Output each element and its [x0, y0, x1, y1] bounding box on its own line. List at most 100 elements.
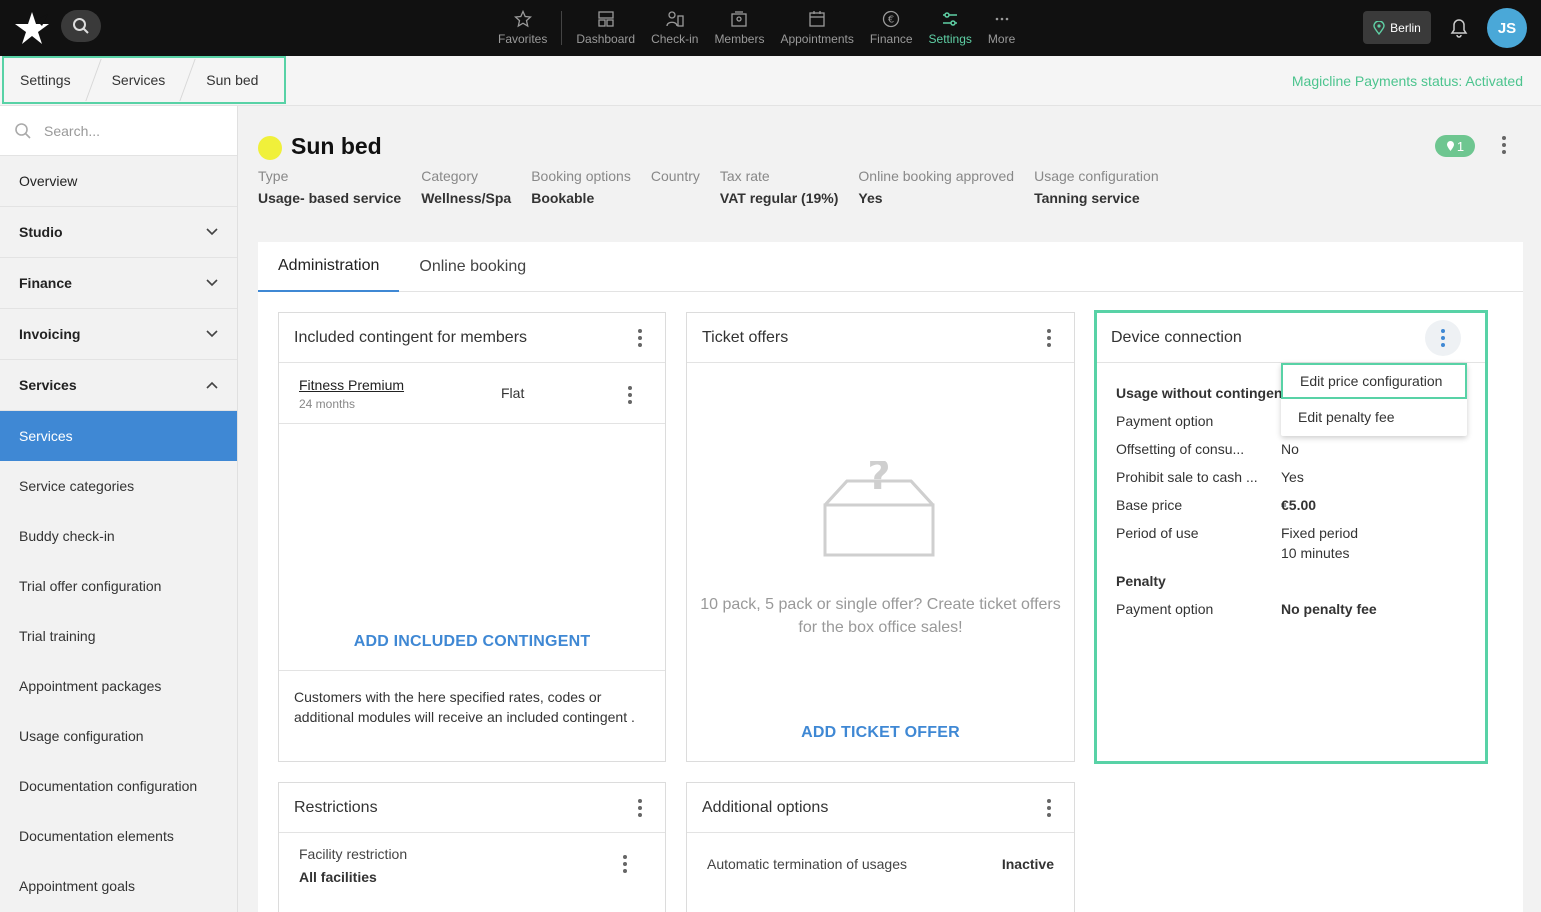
additional-menu-kebab-icon[interactable] — [1039, 798, 1059, 817]
nav-check-in[interactable]: Check-in — [643, 0, 706, 56]
main-content: Sun bed 1 Type Usage- based service Categ… — [238, 106, 1541, 912]
nav-appointments[interactable]: Appointments — [772, 0, 861, 56]
nav-label: Settings — [928, 32, 972, 46]
sidebar-item-appointment-packages[interactable]: Appointment packages — [0, 661, 237, 711]
empty-box-icon: ? — [823, 461, 935, 557]
meta-label: Type — [258, 168, 289, 184]
nav-more[interactable]: More — [980, 0, 1023, 56]
sidebar-item-appointment-goals[interactable]: Appointment goals — [0, 861, 237, 911]
contingent-row: Fitness Premium 24 months Flat — [279, 363, 665, 424]
auto-termination-label: Automatic termination of usages — [707, 856, 907, 872]
breadcrumb-divider — [179, 59, 196, 101]
sidebar-item-usage-configuration[interactable]: Usage configuration — [0, 711, 237, 761]
location-pin-icon — [1446, 141, 1454, 151]
sidebar-item-invoicing[interactable]: Invoicing — [0, 309, 237, 360]
breadcrumb-services[interactable]: Services — [112, 72, 166, 88]
chevron-down-icon — [206, 279, 218, 287]
detail-label: Base price — [1116, 497, 1183, 513]
global-search-button[interactable] — [61, 10, 101, 42]
sidebar-item-overview[interactable]: Overview — [0, 156, 237, 207]
card-header: Included contingent for members — [279, 313, 665, 363]
meta-value: VAT regular (19%) — [719, 190, 839, 206]
rate-name-link[interactable]: Fitness Premium — [299, 377, 404, 393]
sidebar-item-studio[interactable]: Studio — [0, 207, 237, 258]
nav-members[interactable]: Members — [706, 0, 772, 56]
contingent-menu-kebab-icon[interactable] — [630, 328, 650, 347]
sidebar-item-trial-offer-configuration[interactable]: Trial offer configuration — [0, 561, 237, 611]
card-title: Ticket offers — [702, 328, 789, 346]
meta-label: Tax rate — [719, 168, 770, 184]
sidebar-item-label: Services — [19, 377, 77, 393]
sidebar-item-label: Finance — [19, 275, 72, 291]
sidebar-search[interactable]: Search... — [0, 106, 237, 156]
nav-favorites[interactable]: Favorites — [490, 0, 555, 56]
ticket-empty-text: 10 pack, 5 pack or single offer? Create … — [700, 596, 1061, 636]
detail-value: No — [1281, 441, 1299, 457]
device-menu-button[interactable] — [1425, 319, 1461, 356]
meta-value — [651, 190, 700, 206]
facility-menu-kebab-icon[interactable] — [615, 855, 635, 873]
sidebar-item-service-categories[interactable]: Service categories — [0, 461, 237, 511]
nav-label: More — [987, 32, 1016, 46]
nav-settings[interactable]: Settings — [921, 0, 980, 56]
card-header: Additional options — [687, 783, 1074, 833]
detail-value: Yes — [1281, 469, 1304, 485]
top-bar: Favorites Dashboard Check-in Members App… — [0, 0, 1541, 56]
location-label: Berlin — [1390, 20, 1421, 35]
meta-value: Usage- based service — [258, 190, 402, 206]
tab-administration[interactable]: Administration — [258, 242, 400, 292]
detail-label: Period of use — [1116, 525, 1199, 541]
user-avatar[interactable]: JS — [1487, 8, 1527, 48]
nav-label: Appointments — [780, 32, 854, 46]
sidebar-item-label: Studio — [19, 224, 63, 240]
main-nav: Favorites Dashboard Check-in Members App… — [490, 0, 1023, 56]
sidebar-item-services[interactable]: Services — [0, 411, 237, 461]
tab-online-booking[interactable]: Online booking — [399, 242, 546, 292]
sidebar-item-documentation-configuration[interactable]: Documentation configuration — [0, 761, 237, 811]
notifications-bell-icon[interactable] — [1447, 15, 1471, 39]
dashboard-icon — [598, 11, 614, 27]
nav-dashboard[interactable]: Dashboard — [568, 0, 643, 56]
sidebar-item-documentation-elements[interactable]: Documentation elements — [0, 811, 237, 861]
period-duration: 10 minutes — [1281, 545, 1350, 561]
location-count-badge[interactable]: 1 — [1435, 135, 1475, 157]
search-icon — [15, 122, 31, 139]
rate-type: Flat — [501, 385, 525, 401]
contingent-note: Customers with the here specified rates,… — [279, 670, 665, 743]
detail-row: Period of use Fixed period 10 minutes — [1116, 525, 1476, 573]
service-menu-kebab-icon[interactable] — [1494, 136, 1514, 154]
sidebar-item-label: Documentation elements — [19, 828, 174, 844]
meta-online-booking: Online booking approved Yes — [858, 168, 1014, 206]
sidebar-item-services-group[interactable]: Services — [0, 360, 237, 411]
nav-finance[interactable]: € Finance — [862, 0, 921, 56]
card-title: Restrictions — [294, 798, 378, 816]
facility-restriction-label: Facility restriction — [299, 846, 408, 862]
logo-icon[interactable] — [14, 10, 50, 46]
meta-category: Category Wellness/Spa — [421, 168, 511, 206]
add-included-contingent-button[interactable]: ADD INCLUDED CONTINGENT — [279, 633, 665, 651]
nav-label: Finance — [869, 32, 913, 46]
menu-item-edit-penalty-fee[interactable]: Edit penalty fee — [1281, 399, 1467, 435]
restrictions-menu-kebab-icon[interactable] — [630, 798, 650, 817]
detail-label: Payment option — [1116, 601, 1214, 617]
tickets-menu-kebab-icon[interactable] — [1039, 328, 1059, 347]
more-icon — [995, 17, 1008, 21]
sidebar-item-finance[interactable]: Finance — [0, 258, 237, 309]
meta-label: Country — [650, 168, 700, 184]
chevron-down-icon — [206, 228, 218, 236]
add-ticket-offer-button[interactable]: ADD TICKET OFFER — [687, 724, 1074, 742]
breadcrumb-settings[interactable]: Settings — [20, 72, 71, 88]
facility-restriction-value: All facilities — [299, 869, 377, 885]
sidebar: Search... Overview Studio Finance Invoic… — [0, 106, 238, 912]
sidebar-item-buddy-check-in[interactable]: Buddy check-in — [0, 511, 237, 561]
location-button[interactable]: Berlin — [1363, 11, 1431, 44]
auto-termination-value: Inactive — [1001, 856, 1054, 872]
euro-icon: € — [883, 10, 900, 28]
meta-type: Type Usage- based service — [258, 168, 401, 206]
menu-item-edit-price-configuration[interactable]: Edit price configuration — [1281, 363, 1467, 399]
sidebar-item-trial-training[interactable]: Trial training — [0, 611, 237, 661]
svg-text:?: ? — [867, 461, 890, 499]
rate-menu-kebab-icon[interactable] — [620, 386, 640, 404]
nav-label: Dashboard — [576, 32, 636, 46]
breadcrumb: Settings Services Sun bed — [2, 56, 286, 104]
